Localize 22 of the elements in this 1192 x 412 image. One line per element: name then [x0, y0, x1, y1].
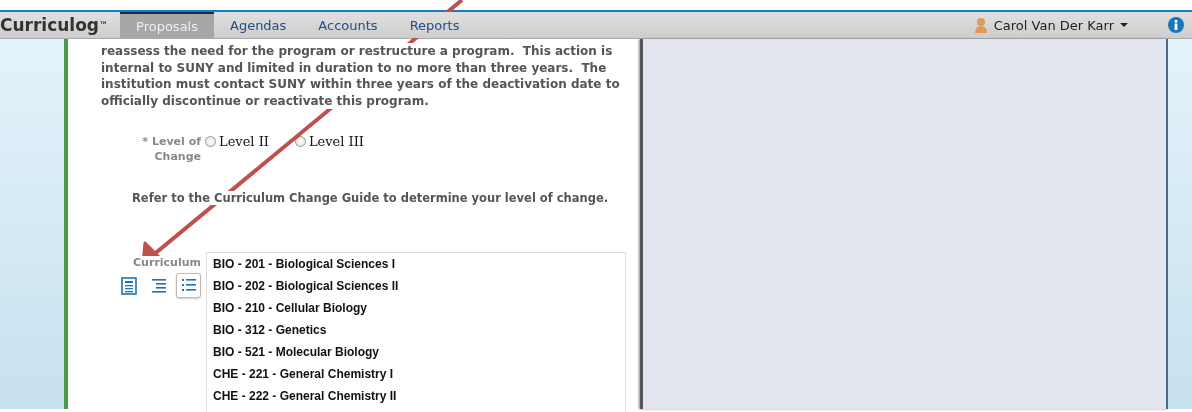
- guide-note: Refer to the Curriculum Change Guide to determine your level of change.: [132, 191, 609, 206]
- document-icon: [120, 276, 137, 295]
- course-item[interactable]: BIO - 312 - Genetics: [207, 319, 625, 342]
- user-menu[interactable]: Carol Van Der Karr: [967, 12, 1134, 38]
- radio-option[interactable]: Level III: [294, 134, 364, 165]
- user-icon: [973, 17, 988, 33]
- course-item[interactable]: CHE - 221 - General Chemistry I: [207, 363, 625, 386]
- radio-option[interactable]: Level II: [205, 134, 269, 165]
- indented-list-icon: [150, 276, 167, 295]
- description-text: reassess the need for the program or restructure a program. This action is internal to SUNY and limited in duration to no more than three years. The institution must contact SUNY within three years of the deactivation date to officially discontinue or reactivate this program.: [101, 43, 621, 110]
- caret-icon: [1120, 23, 1128, 27]
- info-icon[interactable]: [1168, 17, 1184, 33]
- field-label: * Level of Change: [141, 134, 201, 165]
- course-item[interactable]: CHE - 222 - General Chemistry II: [207, 385, 625, 408]
- course-item[interactable]: BIO - 210 - Cellular Biology: [207, 297, 625, 320]
- view-toggle-button[interactable]: [176, 273, 201, 299]
- radio-icon[interactable]: [294, 136, 306, 148]
- radio-icon[interactable]: [205, 136, 216, 148]
- course-item[interactable]: BIO - 201 - Biological Sciences I: [207, 253, 625, 276]
- app-logo[interactable]: Curriculog$^{™}$: [0, 12, 121, 38]
- course-item[interactable]: BIO - 521 - Molecular Biology: [207, 341, 625, 364]
- course-item[interactable]: BIO - 202 - Biological Sciences II: [207, 275, 625, 298]
